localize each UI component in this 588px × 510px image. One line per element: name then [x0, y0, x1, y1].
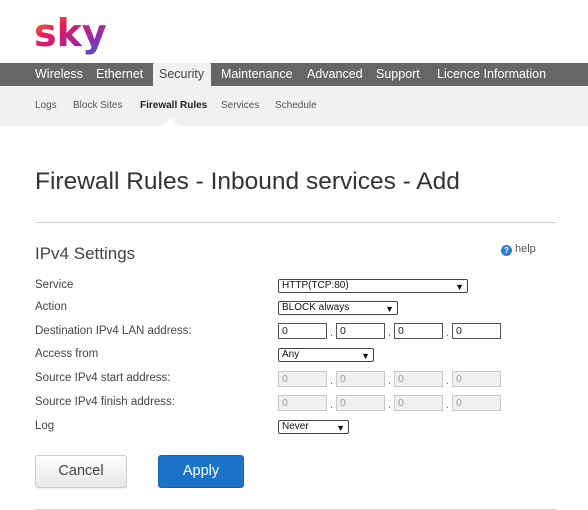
- chevron-down-icon: ▼: [336, 423, 345, 433]
- access-from-label: Access from: [35, 348, 99, 360]
- octet-separator: .: [446, 399, 450, 411]
- cancel-button[interactable]: Cancel: [35, 455, 127, 488]
- octet-separator: .: [388, 327, 392, 339]
- octet-separator: .: [388, 375, 392, 387]
- tab-support[interactable]: Support: [376, 63, 420, 86]
- help-label: help: [515, 243, 536, 255]
- sky-logo: sky: [34, 10, 108, 56]
- main-nav: Wireless Ethernet Security Maintenance A…: [0, 63, 588, 86]
- access-from-value: Any: [282, 349, 300, 360]
- log-label: Log: [35, 420, 55, 432]
- src-start-octet-3[interactable]: 0: [394, 371, 443, 387]
- src-start-octet-1[interactable]: 0: [278, 371, 327, 387]
- tab-licence-information[interactable]: Licence Information: [437, 63, 546, 86]
- sub-nav: Logs Block Sites Firewall Rules Services…: [0, 86, 588, 126]
- subnav-schedule[interactable]: Schedule: [275, 100, 317, 111]
- log-select[interactable]: Never ▼: [278, 420, 349, 434]
- subnav-services[interactable]: Services: [221, 100, 259, 111]
- active-pointer: [163, 118, 179, 126]
- subnav-block-sites[interactable]: Block Sites: [73, 100, 122, 111]
- service-value: HTTP(TCP:80): [282, 280, 349, 291]
- log-value: Never: [282, 421, 309, 432]
- src-finish-octet-2[interactable]: 0: [336, 395, 385, 411]
- src-start-octet-2[interactable]: 0: [336, 371, 385, 387]
- page-title: Firewall Rules - Inbound services - Add: [35, 168, 460, 195]
- src-finish-octet-3[interactable]: 0: [394, 395, 443, 411]
- src-finish-octet-4[interactable]: 0: [452, 395, 501, 411]
- help-icon: ?: [501, 245, 512, 256]
- octet-separator: .: [330, 375, 334, 387]
- tab-ethernet[interactable]: Ethernet: [96, 63, 143, 86]
- octet-separator: .: [388, 399, 392, 411]
- src-start-octet-4[interactable]: 0: [452, 371, 501, 387]
- chevron-down-icon: ▼: [361, 351, 370, 361]
- tab-wireless[interactable]: Wireless: [35, 63, 83, 86]
- dest-ip-octet-3[interactable]: 0: [394, 323, 443, 339]
- section-title: IPv4 Settings: [35, 244, 136, 263]
- action-value: BLOCK always: [282, 302, 350, 313]
- service-select[interactable]: HTTP(TCP:80) ▼: [278, 279, 468, 293]
- tab-maintenance[interactable]: Maintenance: [221, 63, 293, 86]
- chevron-down-icon: ▼: [455, 282, 464, 292]
- divider-top: [35, 222, 556, 223]
- octet-separator: .: [330, 399, 334, 411]
- svg-text:sky: sky: [34, 11, 107, 55]
- tab-advanced[interactable]: Advanced: [307, 63, 363, 86]
- octet-separator: .: [446, 375, 450, 387]
- octet-separator: .: [446, 327, 450, 339]
- dest-ip-label: Destination IPv4 LAN address:: [35, 325, 192, 337]
- access-from-select[interactable]: Any ▼: [278, 348, 374, 362]
- sky-logo-icon: sky: [34, 11, 107, 55]
- tab-security[interactable]: Security: [153, 63, 211, 86]
- help-link[interactable]: ? help: [501, 243, 536, 256]
- src-start-label: Source IPv4 start address:: [35, 372, 171, 384]
- chevron-down-icon: ▼: [385, 304, 394, 314]
- service-label: Service: [35, 279, 74, 291]
- octet-separator: .: [330, 327, 334, 339]
- apply-button[interactable]: Apply: [158, 455, 244, 488]
- src-finish-octet-1[interactable]: 0: [278, 395, 327, 411]
- subnav-firewall-rules[interactable]: Firewall Rules: [140, 100, 207, 111]
- subnav-logs[interactable]: Logs: [35, 100, 57, 111]
- dest-ip-octet-2[interactable]: 0: [336, 323, 385, 339]
- action-label: Action: [35, 301, 67, 313]
- dest-ip-octet-4[interactable]: 0: [452, 323, 501, 339]
- dest-ip-octet-1[interactable]: 0: [278, 323, 327, 339]
- action-select[interactable]: BLOCK always ▼: [278, 301, 398, 315]
- src-finish-label: Source IPv4 finish address:: [35, 396, 175, 408]
